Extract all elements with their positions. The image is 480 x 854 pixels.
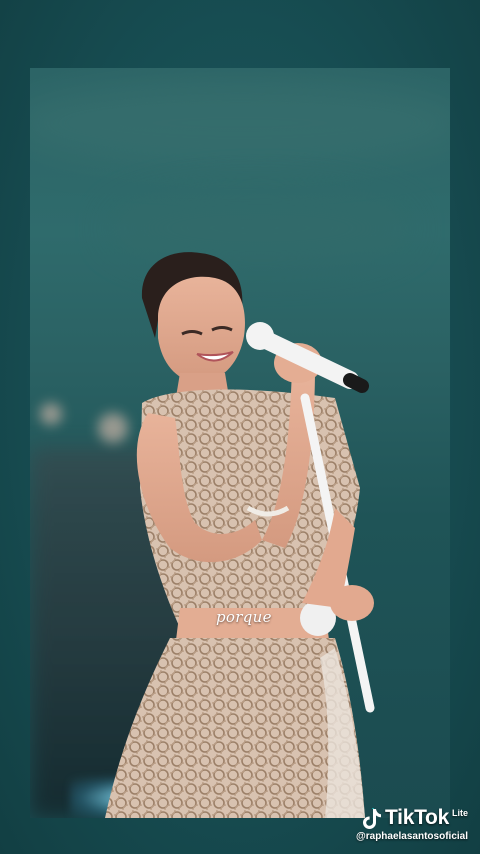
story-screen: porque TikTok Lite @raphaelasantosoficia… <box>0 0 480 854</box>
tiktok-watermark: TikTok Lite @raphaelasantosoficial <box>356 806 468 842</box>
video-frame[interactable]: porque <box>30 68 450 818</box>
watermark-logo-row: TikTok Lite <box>356 806 468 830</box>
performer-photo <box>105 252 375 818</box>
tiktok-note-icon <box>363 808 382 829</box>
video-caption: porque <box>216 608 272 626</box>
tiktok-brand: TikTok <box>385 806 449 829</box>
tiktok-edition: Lite <box>451 808 468 818</box>
creator-handle: @raphaelasantosoficial <box>355 831 468 842</box>
